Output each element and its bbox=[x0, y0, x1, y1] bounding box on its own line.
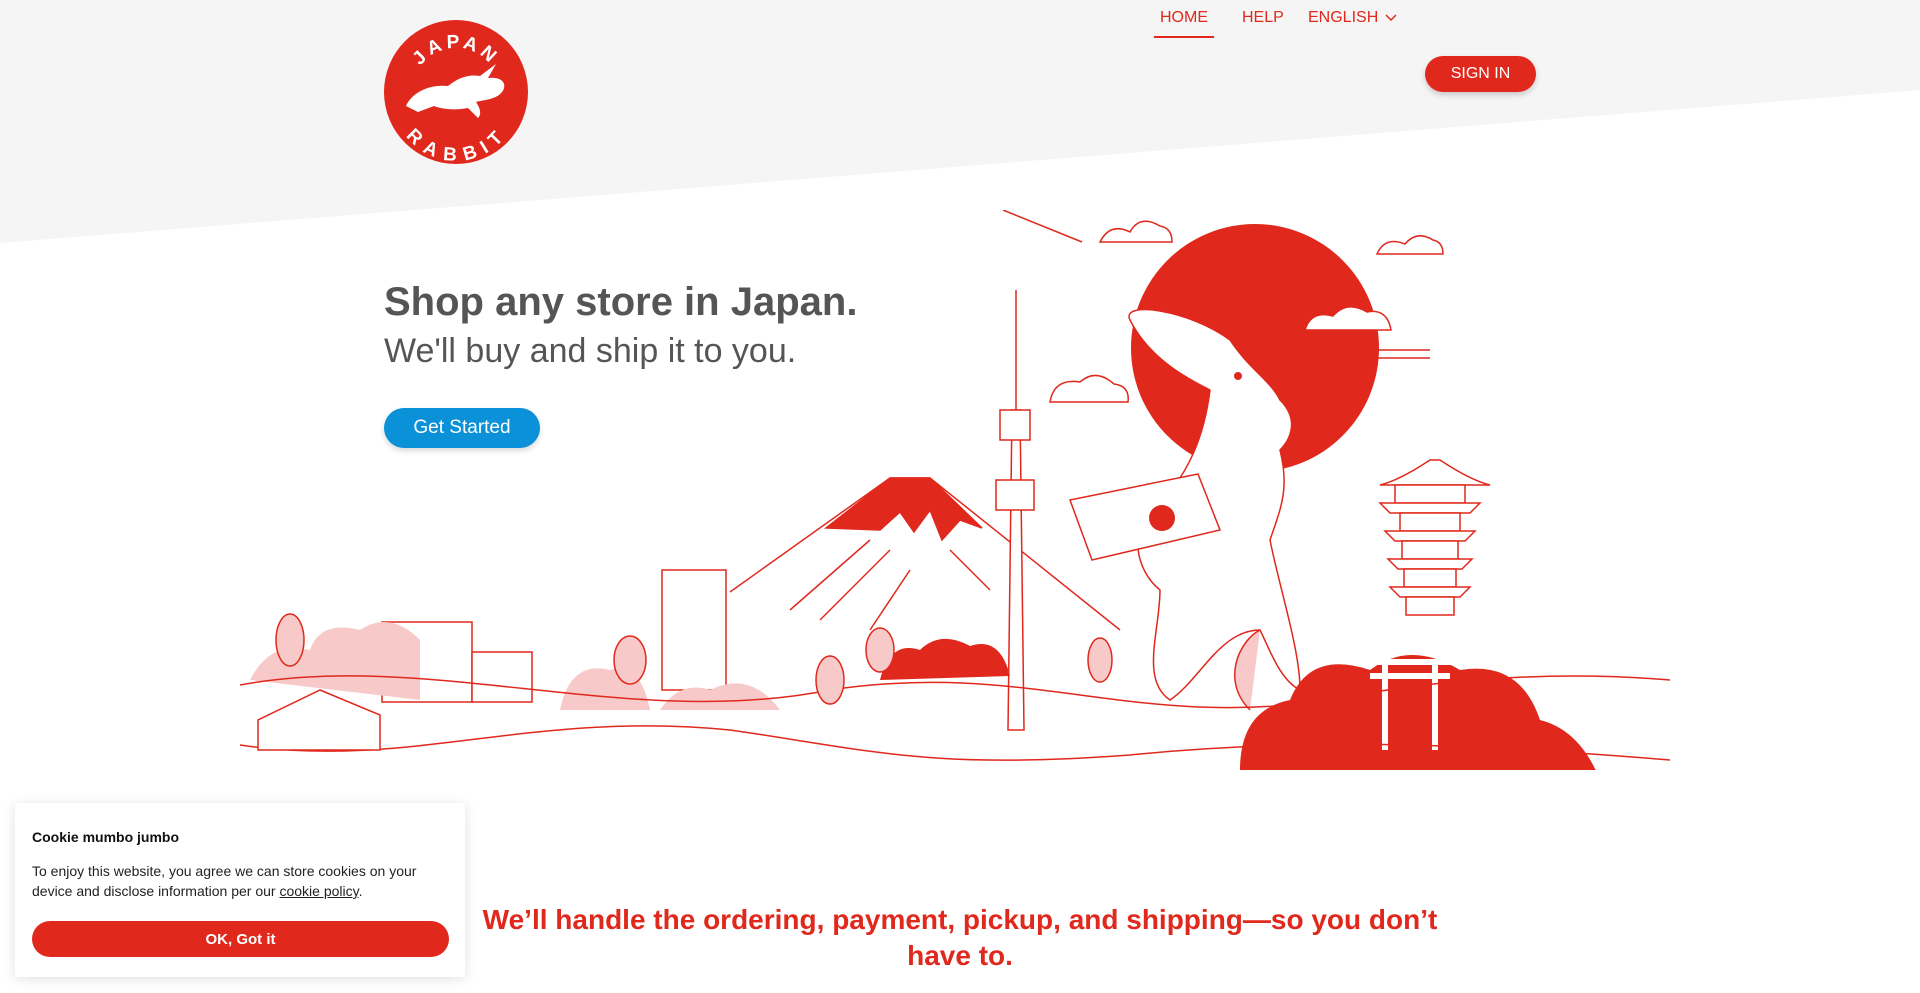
hero-illustration bbox=[239, 210, 1671, 770]
japan-rabbit-logo[interactable]: JAPAN RABBIT bbox=[384, 20, 528, 166]
tagline: We’ll handle the ordering, payment, pick… bbox=[482, 904, 1438, 971]
language-label: ENGLISH bbox=[1308, 9, 1379, 26]
sign-in-button[interactable]: SIGN IN bbox=[1425, 56, 1536, 92]
cookie-policy-link[interactable]: cookie policy bbox=[279, 883, 358, 899]
rabbit-logo-icon: JAPAN RABBIT bbox=[384, 20, 528, 166]
nav-home-link[interactable]: HOME bbox=[1154, 0, 1214, 38]
cookie-accept-button[interactable]: OK, Got it bbox=[32, 921, 449, 957]
cookie-banner: Cookie mumbo jumbo To enjoy this website… bbox=[15, 803, 465, 977]
cookie-text-end: . bbox=[358, 883, 363, 899]
cookie-text: To enjoy this website, you agree we can … bbox=[32, 861, 452, 901]
language-selector[interactable]: ENGLISH bbox=[1308, 0, 1398, 36]
chevron-down-icon bbox=[1385, 14, 1397, 22]
cookie-title: Cookie mumbo jumbo bbox=[32, 829, 179, 845]
nav-help-link[interactable]: HELP bbox=[1242, 0, 1284, 36]
